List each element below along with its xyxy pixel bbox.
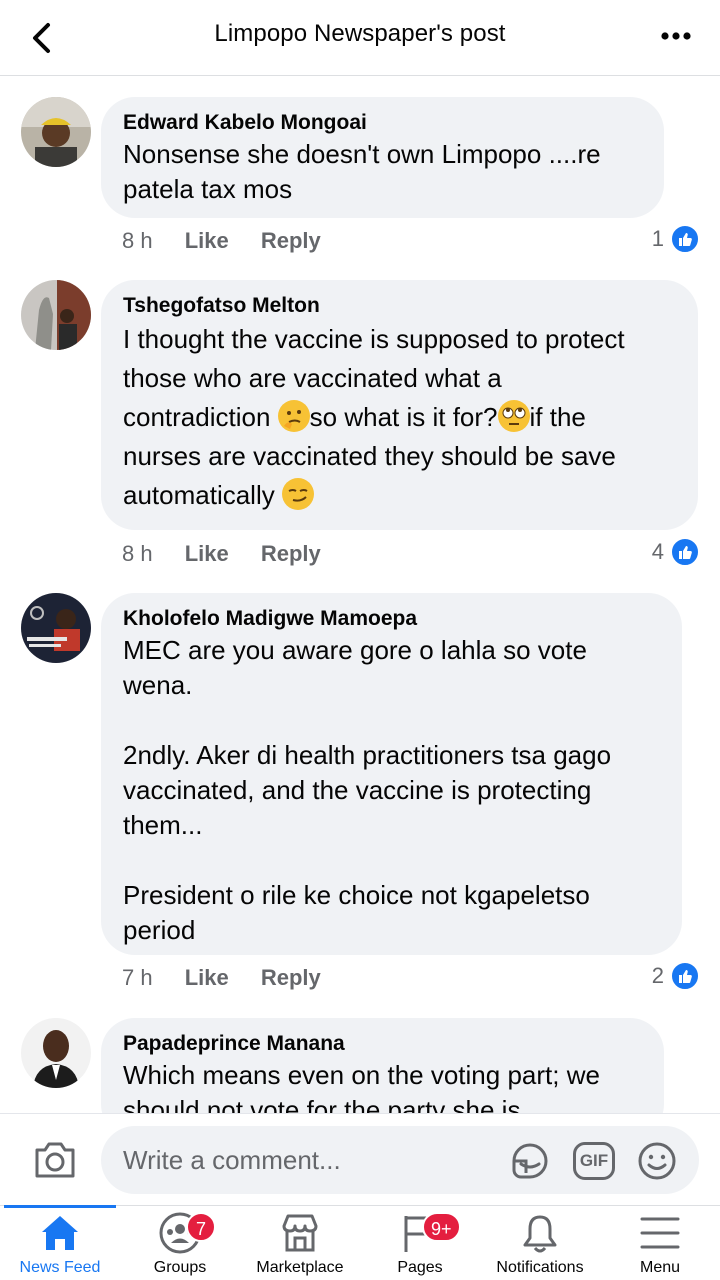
gif-icon: GIF [573, 1142, 615, 1180]
comment-author[interactable]: Papadeprince Manana [123, 1030, 642, 1058]
gif-button[interactable]: GIF [573, 1140, 615, 1182]
avatar[interactable] [21, 280, 91, 350]
sticker-button[interactable] [509, 1140, 551, 1182]
comment-input-placeholder: Write a comment... [123, 1145, 341, 1175]
comment-actions: 8 h Like Reply [122, 541, 347, 567]
reaction-count[interactable]: 4 [652, 537, 700, 567]
nav-label: Pages [397, 1259, 443, 1276]
reaction-count-value: 4 [651, 539, 664, 564]
nav-menu[interactable]: Menu [600, 1206, 720, 1280]
avatar[interactable] [21, 97, 91, 167]
comment-text: Which means even on the voting part; we … [123, 1060, 600, 1113]
nav-news-feed[interactable]: News Feed [0, 1205, 120, 1280]
nav-label: Notifications [496, 1259, 584, 1276]
more-horizontal-icon [661, 32, 691, 40]
camera-button[interactable] [32, 1138, 78, 1182]
reaction-count-value: 1 [651, 226, 664, 251]
reaction-count-value: 2 [651, 963, 664, 988]
reply-button[interactable]: Reply [261, 965, 321, 991]
reply-button[interactable]: Reply [261, 541, 321, 567]
reply-button[interactable]: Reply [261, 228, 321, 254]
thinking-face-emoji [277, 400, 310, 432]
notification-badge: 7 [186, 1212, 216, 1242]
comment-text: I thought the vaccine is supposed to pro… [123, 320, 676, 515]
gif-label: GIF [579, 1151, 609, 1170]
notification-badge: 9+ [422, 1212, 461, 1242]
nav-pages[interactable]: 9+ Pages [360, 1206, 480, 1280]
nav-label: Groups [153, 1259, 207, 1276]
nav-groups[interactable]: 7 Groups [120, 1206, 240, 1280]
comment-bubble[interactable]: Tshegofatso Melton I thought the vaccine… [101, 280, 698, 530]
comment-bubble[interactable]: Edward Kabelo Mongoai Nonsense she doesn… [101, 97, 664, 218]
comment-bubble[interactable]: Papadeprince Manana Which means even on … [101, 1018, 664, 1113]
comment-text: MEC are you aware gore o lahla so vote w… [123, 635, 612, 945]
comment-time: 8 h [122, 228, 153, 253]
like-button[interactable]: Like [185, 965, 229, 991]
thumbs-up-icon [670, 961, 700, 991]
nav-label: Menu [639, 1259, 681, 1276]
more-options-button[interactable] [656, 20, 696, 52]
sticker-icon [512, 1143, 548, 1179]
bottom-navigation: News Feed 7 Groups Marketplace 9+ Pages [0, 1205, 720, 1280]
comments-list[interactable]: Edward Kabelo Mongoai Nonsense she doesn… [0, 77, 720, 1113]
home-icon [42, 1216, 78, 1250]
reaction-count[interactable]: 2 [652, 961, 700, 991]
like-button[interactable]: Like [185, 541, 229, 567]
avatar[interactable] [21, 1018, 91, 1088]
comment-text-part: so what is it for? [309, 402, 498, 432]
emoji-icon [638, 1142, 676, 1180]
comment-time: 8 h [122, 541, 153, 566]
comment-input[interactable]: Write a comment... GIF [101, 1126, 699, 1194]
comment-author[interactable]: Tshegofatso Melton [123, 292, 676, 320]
like-button[interactable]: Like [185, 228, 229, 254]
top-bar: Limpopo Newspaper's post [0, 0, 720, 76]
thumbs-up-icon [670, 224, 700, 254]
comment-actions: 7 h Like Reply [122, 965, 347, 991]
camera-icon [35, 1142, 75, 1178]
nav-label: Marketplace [256, 1259, 344, 1276]
avatar[interactable] [21, 593, 91, 663]
nav-label: News Feed [19, 1259, 101, 1276]
comment-author[interactable]: Kholofelo Madigwe Mamoepa [123, 605, 660, 633]
nav-marketplace[interactable]: Marketplace [240, 1206, 360, 1280]
marketplace-icon [282, 1214, 318, 1252]
comment-actions: 8 h Like Reply [122, 228, 347, 254]
menu-icon [640, 1217, 680, 1249]
comment-time: 7 h [122, 965, 153, 990]
smirking-face-emoji [281, 478, 314, 510]
thumbs-up-icon [670, 537, 700, 567]
emoji-button[interactable] [636, 1140, 678, 1182]
page-title: Limpopo Newspaper's post [214, 20, 506, 47]
comment-composer: Write a comment... GIF [0, 1113, 720, 1205]
comment-author[interactable]: Edward Kabelo Mongoai [123, 109, 642, 137]
rolling-eyes-emoji [497, 400, 530, 432]
nav-notifications[interactable]: Notifications [480, 1206, 600, 1280]
comment-bubble[interactable]: Kholofelo Madigwe Mamoepa MEC are you aw… [101, 593, 682, 955]
bell-icon [523, 1215, 557, 1253]
comment-text: Nonsense she doesn't own Limpopo ....re … [123, 139, 601, 204]
reaction-count[interactable]: 1 [652, 224, 700, 254]
